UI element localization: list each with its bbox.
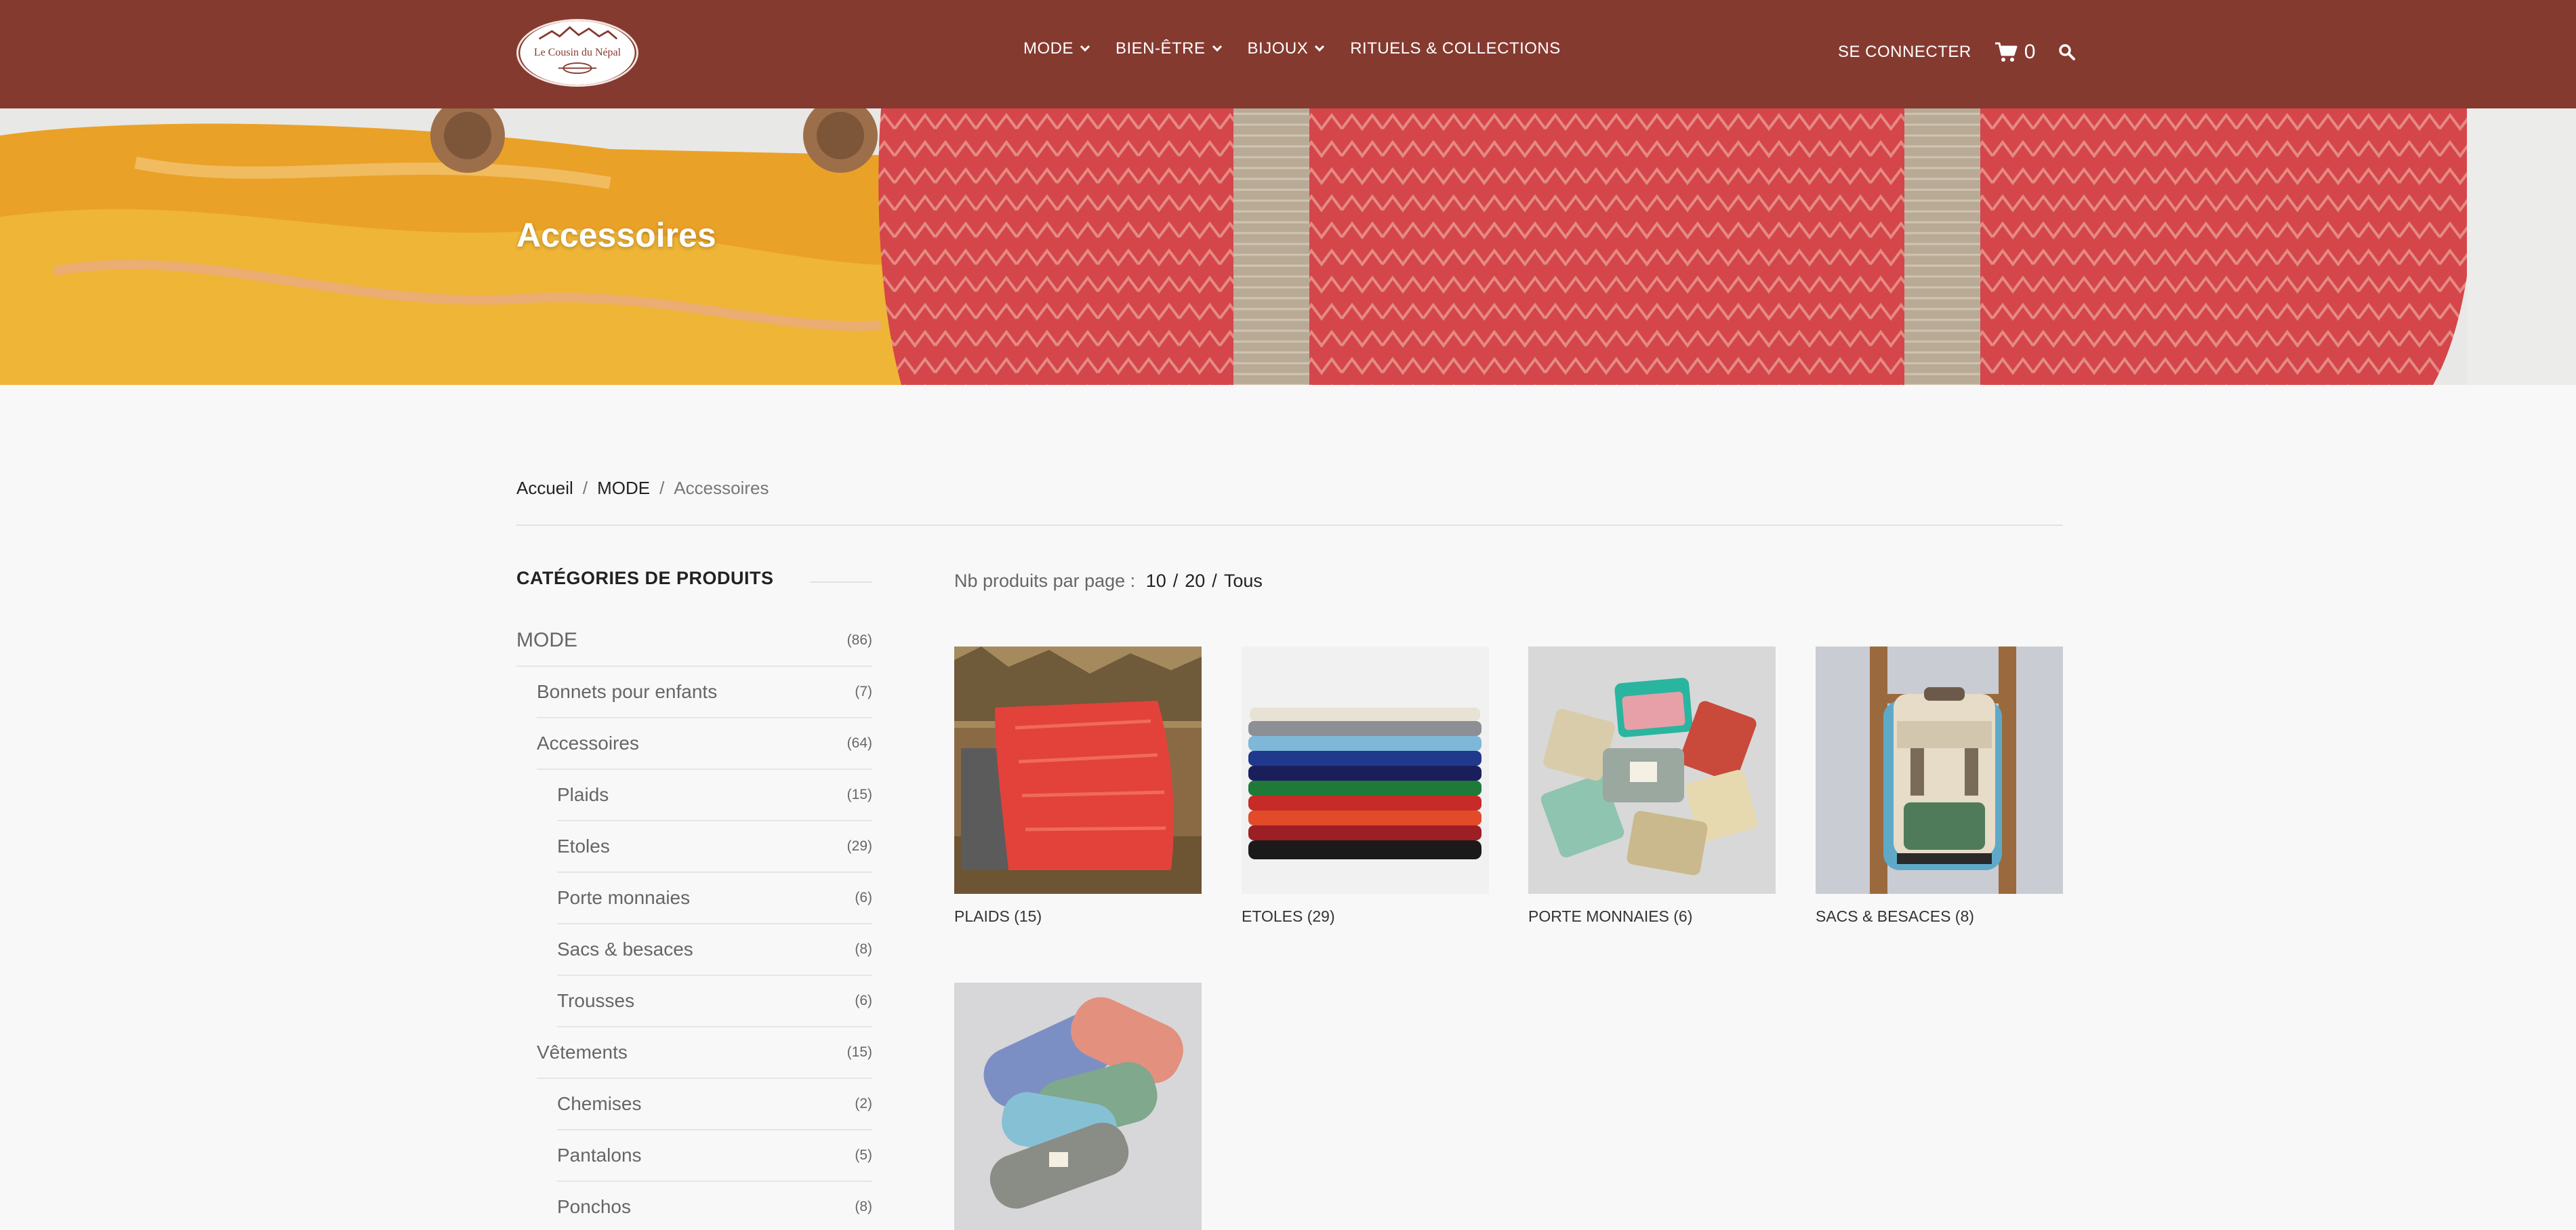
chevron-down-icon bbox=[1212, 41, 1222, 52]
category-name[interactable]: Ponchos bbox=[557, 1196, 631, 1218]
nav-item-mode[interactable]: MODE bbox=[1023, 39, 1090, 58]
category-item[interactable]: MODE (86) bbox=[516, 615, 872, 667]
products-per-page: Nb produits par page : 10 / 20 / Tous bbox=[954, 571, 1263, 592]
per-page-separator: / bbox=[1172, 571, 1179, 591]
category-count: (29) bbox=[846, 838, 872, 854]
category-name[interactable]: Etoles bbox=[557, 836, 610, 857]
nav-item-bien-etre[interactable]: BIEN-ÊTRE bbox=[1116, 39, 1222, 58]
product-card-trousses[interactable] bbox=[954, 983, 1202, 1230]
product-image[interactable] bbox=[1528, 647, 1776, 894]
backpack-image bbox=[1816, 647, 2063, 894]
category-count: (64) bbox=[846, 735, 872, 751]
per-page-option-10[interactable]: 10 bbox=[1146, 571, 1166, 591]
coin-purses-image bbox=[1528, 647, 1776, 894]
main-nav: MODE BIEN-ÊTRE BIJOUX RITUELS & COLLECTI… bbox=[1023, 39, 1588, 58]
category-list: MODE (86) Bonnets pour enfants (7) Accessoir… bbox=[516, 615, 872, 1230]
breadcrumb: Accueil / MODE / Accessoires bbox=[516, 478, 769, 499]
sidebar-title: CATÉGORIES DE PRODUITS bbox=[516, 568, 774, 588]
category-item[interactable]: Etoles (29) bbox=[557, 821, 872, 873]
chevron-down-icon bbox=[1315, 41, 1325, 52]
nav-item-rituels-collections[interactable]: RITUELS & COLLECTIONS bbox=[1350, 39, 1561, 58]
product-image[interactable] bbox=[1816, 647, 2063, 894]
category-hero: Accessoires bbox=[0, 108, 2576, 385]
logo-emblem: Le Cousin du Népal bbox=[520, 21, 635, 85]
category-item[interactable]: Chemises (2) bbox=[557, 1079, 872, 1130]
cart-count: 0 bbox=[2024, 41, 2036, 63]
product-card-etoles[interactable]: ETOLES (29) bbox=[1242, 647, 1489, 926]
search-button[interactable] bbox=[2058, 43, 2076, 61]
category-name[interactable]: Bonnets pour enfants bbox=[537, 681, 717, 703]
stacked-stoles-image bbox=[1242, 647, 1489, 894]
category-count: (7) bbox=[855, 684, 872, 699]
header-actions: SE CONNECTER 0 bbox=[1838, 41, 2076, 64]
category-item[interactable]: Bonnets pour enfants (7) bbox=[537, 667, 872, 718]
category-count: (86) bbox=[846, 632, 872, 648]
nav-item-label: BIEN-ÊTRE bbox=[1116, 39, 1206, 58]
category-count: (15) bbox=[846, 1044, 872, 1060]
category-item[interactable]: Trousses (6) bbox=[557, 976, 872, 1027]
category-count: (15) bbox=[846, 787, 872, 802]
category-item[interactable]: Plaids (15) bbox=[557, 770, 872, 821]
category-count: (8) bbox=[855, 1199, 872, 1214]
category-name[interactable]: Vêtements bbox=[537, 1042, 628, 1063]
per-page-option-all[interactable]: Tous bbox=[1224, 571, 1263, 591]
search-icon bbox=[2059, 44, 2076, 60]
category-item[interactable]: Ponchos (8) bbox=[557, 1182, 872, 1230]
category-name[interactable]: Porte monnaies bbox=[557, 887, 690, 909]
breadcrumb-current: Accessoires bbox=[674, 478, 769, 498]
cart-icon bbox=[1995, 42, 2018, 62]
category-item[interactable]: Pantalons (5) bbox=[557, 1130, 872, 1182]
page-title: Accessoires bbox=[516, 216, 716, 254]
breadcrumb-home[interactable]: Accueil bbox=[516, 478, 573, 499]
product-image[interactable] bbox=[954, 983, 1202, 1230]
category-item[interactable]: Sacs & besaces (8) bbox=[557, 924, 872, 976]
red-plaid-image bbox=[954, 647, 1202, 894]
category-item[interactable]: Porte monnaies (6) bbox=[557, 873, 872, 924]
nav-item-bijoux[interactable]: BIJOUX bbox=[1247, 39, 1325, 58]
nav-item-label: RITUELS & COLLECTIONS bbox=[1350, 39, 1561, 58]
nav-item-label: MODE bbox=[1023, 39, 1074, 58]
pencil-cases-image bbox=[954, 983, 1202, 1230]
category-name[interactable]: MODE bbox=[516, 629, 577, 652]
cart-button[interactable]: 0 bbox=[1995, 41, 2036, 64]
category-count: (2) bbox=[855, 1096, 872, 1111]
product-image[interactable] bbox=[954, 647, 1202, 894]
breadcrumb-mode[interactable]: MODE bbox=[597, 478, 650, 499]
category-name[interactable]: Accessoires bbox=[537, 733, 639, 754]
product-image[interactable] bbox=[1242, 647, 1489, 894]
per-page-option-20[interactable]: 20 bbox=[1185, 571, 1205, 591]
category-item[interactable]: Vêtements (15) bbox=[537, 1027, 872, 1079]
product-card-porte-monnaies[interactable]: PORTE MONNAIES (6) bbox=[1528, 647, 1776, 926]
product-label[interactable]: SACS & BESACES (8) bbox=[1816, 907, 2063, 926]
per-page-separator: / bbox=[1212, 571, 1217, 591]
products-per-page-label: Nb produits par page : bbox=[954, 571, 1136, 591]
login-link[interactable]: SE CONNECTER bbox=[1838, 43, 1971, 62]
breadcrumb-separator: / bbox=[582, 478, 588, 498]
category-name[interactable]: Pantalons bbox=[557, 1145, 642, 1166]
nav-item-label: BIJOUX bbox=[1247, 39, 1309, 58]
chevron-down-icon bbox=[1080, 41, 1090, 52]
product-card-plaids[interactable]: PLAIDS (15) bbox=[954, 647, 1202, 926]
product-card-sacs-besaces[interactable]: SACS & BESACES (8) bbox=[1816, 647, 2063, 926]
category-name[interactable]: Plaids bbox=[557, 784, 609, 806]
category-count: (8) bbox=[855, 941, 872, 957]
category-count: (6) bbox=[855, 993, 872, 1008]
category-item[interactable]: Accessoires (64) bbox=[537, 718, 872, 770]
breadcrumb-separator: / bbox=[659, 478, 665, 498]
breadcrumb-divider bbox=[516, 525, 2063, 526]
hero-background-image bbox=[0, 108, 2576, 385]
product-label[interactable]: PLAIDS (15) bbox=[954, 907, 1202, 926]
site-logo[interactable]: Le Cousin du Népal bbox=[516, 19, 638, 87]
site-header: Le Cousin du Népal MODE BIEN-ÊTRE BIJOUX… bbox=[0, 0, 2576, 108]
category-count: (5) bbox=[855, 1147, 872, 1163]
category-count: (6) bbox=[855, 890, 872, 905]
category-name[interactable]: Chemises bbox=[557, 1093, 641, 1115]
product-label[interactable]: PORTE MONNAIES (6) bbox=[1528, 907, 1776, 926]
sidebar-title-divider bbox=[810, 581, 872, 583]
category-name[interactable]: Trousses bbox=[557, 990, 634, 1012]
product-label[interactable]: ETOLES (29) bbox=[1242, 907, 1489, 926]
category-name[interactable]: Sacs & besaces bbox=[557, 939, 693, 960]
logo-text: Le Cousin du Népal bbox=[534, 47, 621, 58]
